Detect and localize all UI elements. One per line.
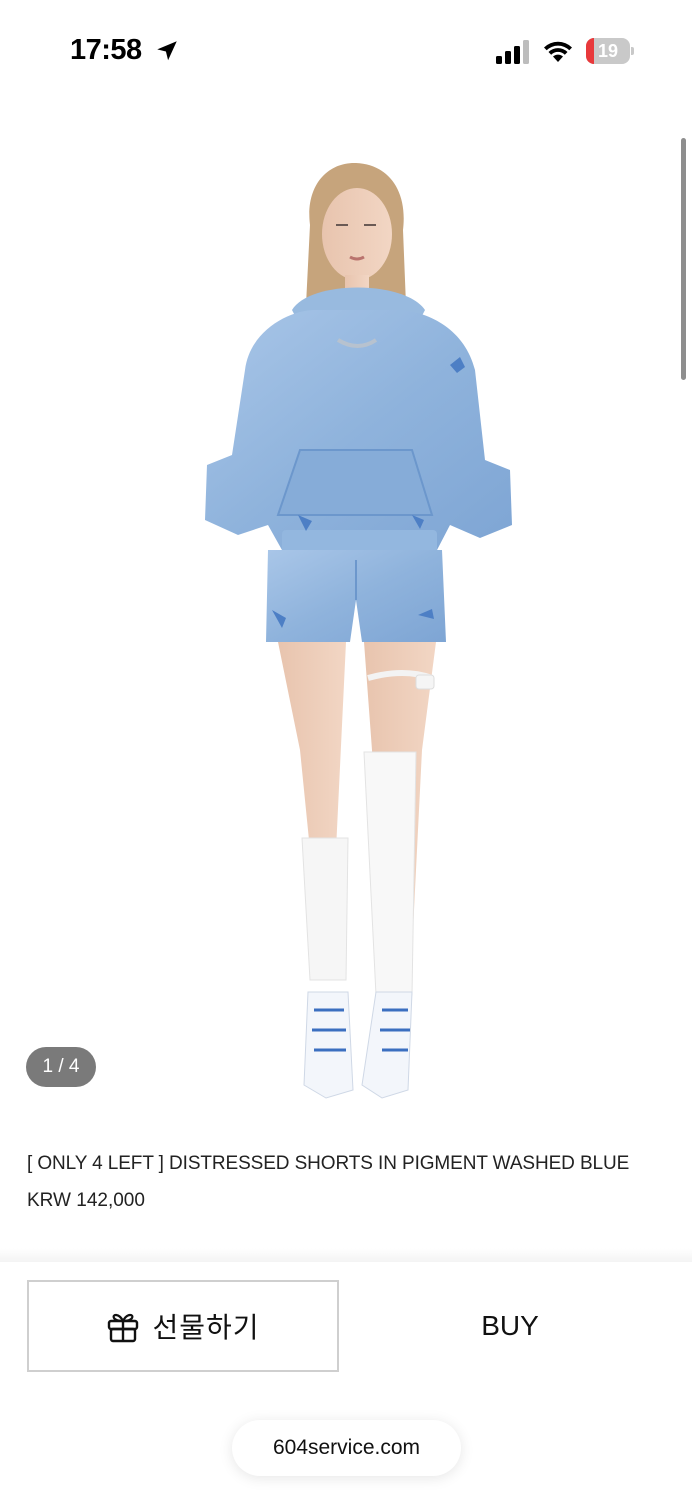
battery-indicator: 19 [586, 38, 634, 64]
wifi-icon [544, 41, 572, 62]
scroll-indicator[interactable] [681, 138, 686, 380]
location-arrow-icon [157, 41, 177, 61]
product-title: [ ONLY 4 LEFT ] DISTRESSED SHORTS IN PIG… [27, 1153, 630, 1174]
image-pager-badge: 1 / 4 [26, 1047, 96, 1087]
browser-url: 604service.com [272, 1436, 421, 1459]
buy-button-label: BUY [481, 1310, 539, 1341]
status-time: 17:58 [70, 34, 142, 66]
battery-level: 19 [597, 41, 619, 61]
battery-icon: 19 [586, 38, 630, 64]
gift-icon [108, 1313, 139, 1343]
cellular-signal-icon [496, 40, 529, 64]
buy-button[interactable]: BUY [354, 1280, 666, 1372]
gift-button[interactable]: 선물하기 [27, 1280, 339, 1372]
browser-url-pill[interactable]: 604service.com [232, 1420, 461, 1476]
product-price: KRW 142,000 [27, 1190, 145, 1211]
gift-button-label: 선물하기 [152, 1312, 260, 1343]
battery-nub [631, 47, 634, 55]
product-image[interactable] [150, 130, 550, 1120]
status-bar: 17:58 19 [0, 0, 692, 100]
